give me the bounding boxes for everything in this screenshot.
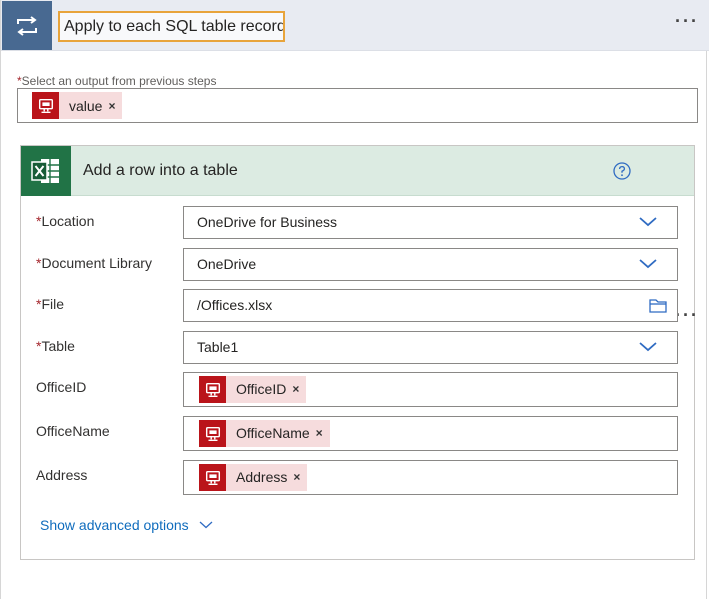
action-header[interactable]: Add a row into a table ··· — [21, 146, 697, 324]
token-remove-button[interactable]: × — [316, 418, 330, 449]
chevron-down-icon[interactable] — [639, 342, 657, 352]
token-label: value — [69, 97, 103, 114]
show-advanced-options-link[interactable]: Show advanced options — [40, 517, 213, 533]
chevron-down-icon[interactable] — [639, 259, 657, 269]
file-input[interactable]: /Offices.xlsx — [183, 289, 678, 322]
location-value: OneDrive for Business — [197, 214, 338, 230]
address-label: Address — [36, 467, 88, 483]
token-remove-button[interactable]: × — [293, 462, 307, 493]
advanced-options-label: Show advanced options — [40, 517, 189, 533]
token-label: Address — [236, 469, 288, 485]
table-label-text: Table — [41, 338, 75, 354]
loop-arrows-icon — [2, 1, 52, 50]
token-remove-button[interactable]: × — [292, 374, 306, 405]
sql-server-icon — [32, 92, 59, 119]
dynamic-token-office-id[interactable]: OfficeID × — [199, 374, 307, 405]
document-library-value: OneDrive — [197, 256, 257, 272]
office-name-field[interactable]: OfficeName × — [183, 416, 678, 451]
sql-server-icon — [199, 464, 226, 491]
address-field[interactable]: Address × — [183, 460, 678, 495]
dynamic-token-office-name[interactable]: OfficeName × — [199, 420, 330, 447]
dynamic-token-address[interactable]: Address × — [199, 462, 308, 493]
apply-to-each-header[interactable]: Apply to each SQL table record ··· — [1, 0, 709, 51]
flow-container: Apply to each SQL table record ··· *Sele… — [0, 0, 709, 599]
document-library-label: *Document Library — [36, 255, 152, 271]
loop-title-input[interactable]: Apply to each SQL table record — [58, 11, 285, 42]
select-output-label-text: Select an output from previous steps — [21, 74, 217, 88]
token-label: OfficeName — [236, 425, 310, 441]
select-output-field[interactable]: value × — [17, 88, 698, 123]
chevron-down-icon — [199, 521, 213, 529]
select-output-label: *Select an output from previous steps — [17, 74, 216, 88]
token-remove-button[interactable]: × — [108, 99, 122, 113]
table-label: *Table — [36, 338, 75, 354]
office-id-field[interactable]: OfficeID × — [183, 372, 678, 407]
more-dots-icon[interactable]: ··· — [675, 306, 699, 324]
more-dots-icon[interactable]: ··· — [675, 12, 699, 30]
help-icon[interactable] — [613, 162, 631, 180]
token-label: OfficeID — [236, 381, 287, 397]
sql-server-icon — [199, 376, 226, 403]
location-label-text: Location — [41, 213, 95, 229]
folder-icon[interactable] — [649, 298, 667, 313]
location-dropdown[interactable]: OneDrive for Business — [183, 206, 678, 239]
document-library-label-text: Document Library — [41, 255, 152, 271]
action-title: Add a row into a table — [83, 162, 238, 179]
location-label: *Location — [36, 213, 94, 229]
excel-icon — [21, 146, 71, 196]
document-library-dropdown[interactable]: OneDrive — [183, 248, 678, 281]
sql-server-icon — [199, 420, 226, 447]
file-label: *File — [36, 296, 64, 312]
chevron-down-icon[interactable] — [639, 217, 657, 227]
file-label-text: File — [41, 296, 65, 312]
file-value: /Offices.xlsx — [197, 297, 273, 313]
table-value: Table1 — [197, 339, 239, 355]
dynamic-token-value[interactable]: value × — [32, 92, 123, 119]
table-dropdown[interactable]: Table1 — [183, 331, 678, 364]
office-name-label: OfficeName — [36, 423, 110, 439]
office-id-label: OfficeID — [36, 379, 87, 395]
